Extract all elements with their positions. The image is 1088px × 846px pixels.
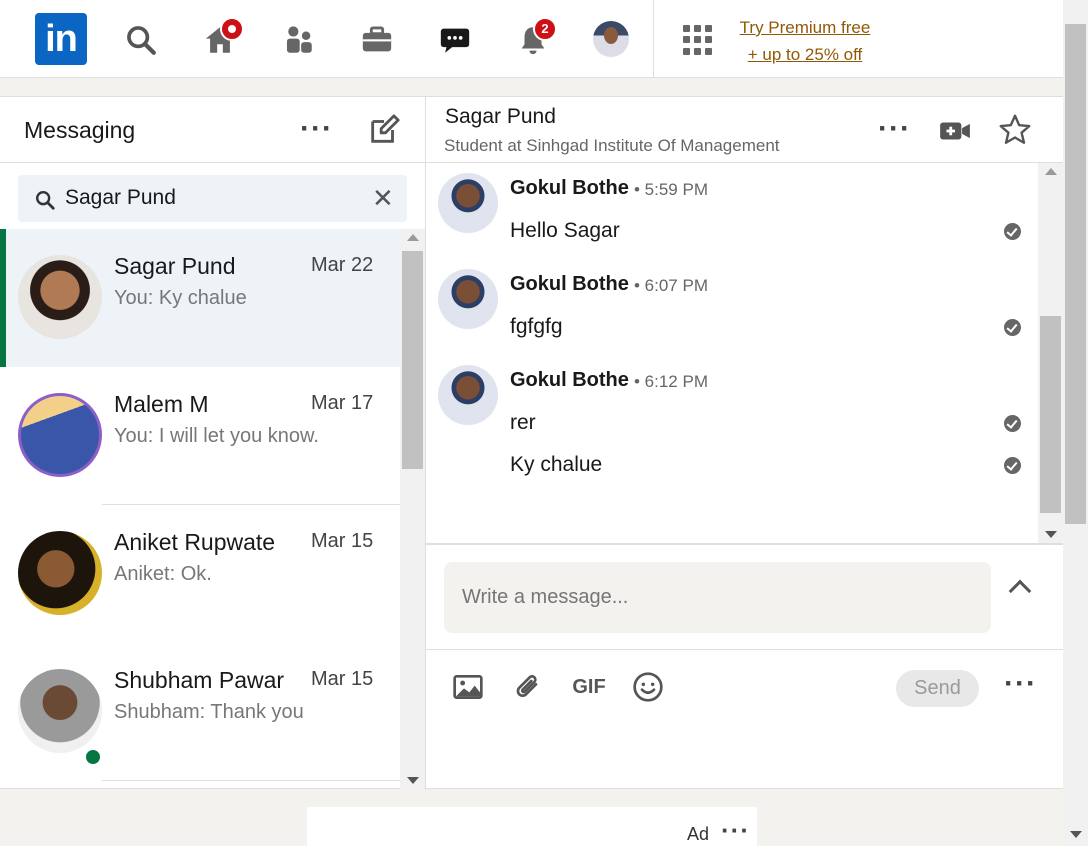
conversation-name: Aniket Rupwate [114, 529, 276, 555]
jobs-icon[interactable] [357, 20, 397, 60]
compose-more-icon[interactable]: ··· [1004, 669, 1037, 699]
try-premium-link[interactable]: Try Premium free + up to 25% off [730, 14, 880, 68]
message-text: fgfgfg [510, 315, 563, 338]
chat-header: Sagar Pund Student at Sinhgad Institute … [426, 97, 1063, 163]
conversation-item[interactable]: Malem M Mar 17 You: I will let you know. [0, 367, 400, 505]
messaging-search[interactable]: ✕ [18, 175, 407, 222]
message-input[interactable] [462, 582, 962, 612]
compose-new-icon[interactable] [367, 113, 401, 147]
avatar [18, 255, 102, 339]
gif-button[interactable]: GIF [572, 670, 606, 704]
messaging-title: Messaging [24, 117, 136, 143]
scroll-up-arrow[interactable] [407, 234, 419, 241]
sender-name[interactable]: Gokul Bothe [510, 369, 629, 392]
me-avatar[interactable] [593, 21, 629, 57]
global-nav: in 2 Try Premium free + up to 25% off [0, 0, 1063, 78]
scrollbar-thumb[interactable] [402, 251, 423, 469]
sender-avatar[interactable] [438, 365, 498, 425]
scroll-down-arrow[interactable] [1045, 531, 1057, 538]
scroll-down-arrow[interactable] [1070, 831, 1082, 838]
thread-scrollbar[interactable] [1038, 163, 1063, 543]
chat-contact-name[interactable]: Sagar Pund [445, 105, 556, 129]
my-network-icon[interactable] [279, 20, 319, 60]
scrollbar-thumb[interactable] [1040, 316, 1061, 513]
conversation-item[interactable]: Aniket Rupwate Mar 15 Aniket: Ok. [0, 505, 400, 643]
ad-label: Ad [687, 824, 710, 844]
message-text: rer [510, 411, 536, 434]
avatar [18, 531, 102, 615]
chat-pane: Sagar Pund Student at Sinhgad Institute … [426, 97, 1063, 790]
ad-banner: Ad ··· [307, 807, 757, 846]
chat-contact-headline: Student at Sinhgad Institute Of Manageme… [444, 136, 780, 155]
home-notification-dot [220, 17, 244, 41]
conversation-date: Mar 15 [311, 668, 374, 690]
conversation-date: Mar 17 [311, 392, 374, 414]
sender-avatar[interactable] [438, 173, 498, 233]
read-receipt-icon [1004, 223, 1021, 240]
conversation-name: Shubham Pawar [114, 667, 285, 693]
sender-avatar[interactable] [438, 269, 498, 329]
avatar [18, 669, 102, 753]
conversation-date: Mar 15 [311, 530, 374, 552]
search-input[interactable] [65, 183, 355, 213]
messaging-header: Messaging ··· [0, 97, 425, 163]
nav-divider [653, 0, 654, 78]
linkedin-logo[interactable]: in [35, 13, 87, 65]
conversation-date: Mar 22 [311, 254, 374, 276]
messaging-more-icon[interactable]: ··· [300, 114, 333, 144]
chevron-up-icon[interactable] [1008, 579, 1032, 603]
conversation-snippet: You: I will let you know. [114, 425, 319, 447]
search-icon [36, 191, 55, 210]
compose-area [426, 543, 1063, 650]
page-scrollbar[interactable] [1063, 0, 1088, 846]
premium-line-2[interactable]: + up to 25% off [730, 41, 880, 68]
divider [102, 780, 400, 781]
notifications-icon[interactable]: 2 [513, 17, 557, 60]
notifications-badge: 2 [533, 17, 557, 41]
message-time: • 5:59 PM [634, 180, 708, 199]
conversation-list-scrollbar[interactable] [400, 229, 425, 789]
message-time: • 6:07 PM [634, 276, 708, 295]
online-status-indicator [83, 747, 103, 767]
message-time: • 6:12 PM [634, 372, 708, 391]
premium-line-1[interactable]: Try Premium free [730, 14, 880, 41]
search-icon[interactable] [121, 20, 161, 60]
messaging-icon[interactable] [435, 20, 475, 60]
work-grid-icon[interactable] [683, 25, 713, 55]
conversation-list: Sagar Pund Mar 22 You: Ky chalue Malem M… [0, 229, 400, 789]
read-receipt-icon [1004, 319, 1021, 336]
conversation-item[interactable]: Shubham Pawar Mar 15 Shubham: Thank you [0, 643, 400, 781]
message-text: Hello Sagar [510, 219, 620, 242]
scroll-down-arrow[interactable] [407, 777, 419, 784]
read-receipt-icon [1004, 415, 1021, 432]
conversation-name: Sagar Pund [114, 253, 236, 279]
avatar [18, 393, 102, 477]
conversation-item[interactable]: Sagar Pund Mar 22 You: Ky chalue [0, 229, 400, 367]
attachment-icon[interactable] [511, 670, 545, 704]
read-receipt-icon [1004, 457, 1021, 474]
conversation-snippet: You: Ky chalue [114, 287, 247, 309]
clear-search-icon[interactable]: ✕ [372, 185, 394, 211]
sender-name[interactable]: Gokul Bothe [510, 273, 629, 296]
send-button[interactable]: Send [896, 670, 979, 707]
image-icon[interactable] [451, 670, 485, 704]
ad-more-icon[interactable]: ··· [721, 817, 750, 843]
message-box[interactable] [444, 562, 991, 633]
video-call-icon[interactable] [938, 114, 972, 148]
sender-name[interactable]: Gokul Bothe [510, 177, 629, 200]
messaging-panel: Messaging ··· ✕ Sagar Pund Mar 22 You: K… [0, 96, 1063, 790]
scroll-up-arrow[interactable] [1045, 168, 1057, 175]
home-icon[interactable] [200, 17, 244, 60]
message-thread: Gokul Bothe • 5:59 PM Hello Sagar Gokul … [426, 163, 1038, 543]
chat-more-icon[interactable]: ··· [878, 114, 911, 144]
star-icon[interactable] [997, 112, 1033, 148]
conversation-snippet: Shubham: Thank you [114, 701, 304, 723]
message-text: Ky chalue [510, 453, 603, 476]
scrollbar-thumb[interactable] [1065, 24, 1086, 524]
conversation-sidebar: Messaging ··· ✕ Sagar Pund Mar 22 You: K… [0, 97, 426, 790]
conversation-name: Malem M [114, 391, 209, 417]
compose-toolbar: GIF Send ··· [426, 650, 1063, 730]
conversation-snippet: Aniket: Ok. [114, 563, 212, 585]
emoji-icon[interactable] [631, 670, 665, 704]
